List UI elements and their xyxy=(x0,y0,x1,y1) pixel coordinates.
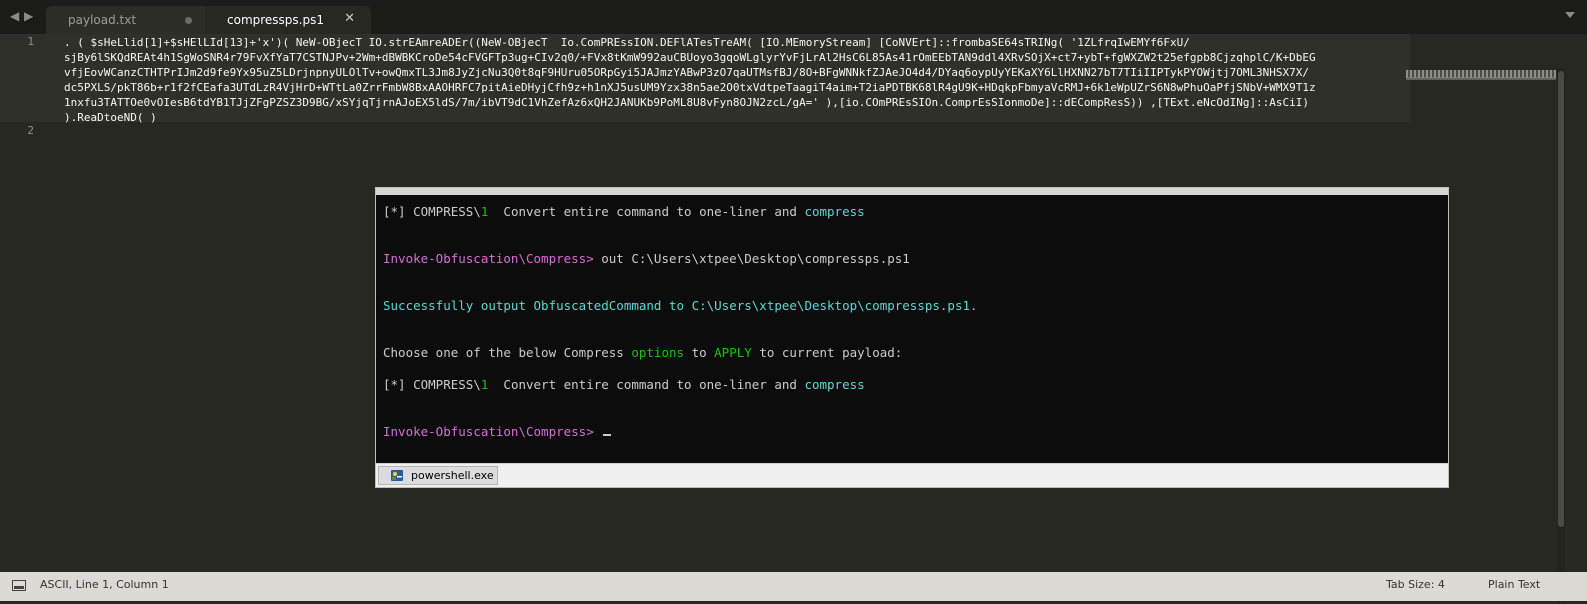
code-line[interactable]: sjBy6lSKQdREAt4h1SgWoSNR4r79FvXfYaT7CSTN… xyxy=(64,50,1410,65)
console-line: Invoke-Obfuscation\Compress> out C:\User… xyxy=(383,251,910,266)
console-segment: compress xyxy=(804,204,865,219)
console-segment: [*] COMPRESS\ xyxy=(383,204,481,219)
powershell-console[interactable]: [*] COMPRESS\1 Convert entire command to… xyxy=(375,187,1449,488)
console-segment: Invoke-Obfuscation\Compress> xyxy=(383,251,602,266)
code-line[interactable]: vfjEovWCanzCTHTPrIJm2d9fe9Yx95uZ5LDrjnpn… xyxy=(64,65,1410,80)
status-bar: ASCII, Line 1, Column 1 Tab Size: 4 Plai… xyxy=(0,572,1587,601)
line-number: 2 xyxy=(27,124,34,137)
code-line[interactable]: . ( $sHeLlid[1]+$sHElLId[13]+'x')( NeW-O… xyxy=(64,35,1410,50)
code-text[interactable]: . ( $sHeLlid[1]+$sHElLId[13]+'x')( NeW-O… xyxy=(64,35,1410,125)
console-line: Choose one of the below Compress options… xyxy=(383,345,902,360)
console-prompt-line[interactable]: Invoke-Obfuscation\Compress> xyxy=(383,424,612,439)
scrollbar-thumb[interactable] xyxy=(1558,71,1564,527)
taskbar-item-powershell[interactable]: powershell.exe xyxy=(378,466,498,485)
tab-menu-chevron-icon[interactable] xyxy=(1565,12,1575,18)
console-segment: to current payload: xyxy=(751,345,903,360)
nav-forward-icon[interactable]: ▶ xyxy=(24,9,33,23)
code-line[interactable]: dc5PXLS/pkT86b+r1f2fCEafa3UTdLzR4VjHrD+W… xyxy=(64,80,1410,95)
tab-label: payload.txt xyxy=(68,13,137,27)
line-number: 1 xyxy=(27,35,34,48)
console-segment: compress xyxy=(804,377,865,392)
console-segment: out C:\Users\xtpee\Desktop\compressps.ps… xyxy=(601,251,910,266)
console-segment: APPLY xyxy=(714,345,752,360)
console-title-bar[interactable] xyxy=(376,188,1448,195)
tab-size-button[interactable]: Tab Size: 4 xyxy=(1386,578,1445,591)
console-segment: Choose one of the below Compress xyxy=(383,345,632,360)
console-segment: to xyxy=(684,345,715,360)
console-segment: Invoke-Obfuscation\Compress> xyxy=(383,424,602,439)
status-position: ASCII, Line 1, Column 1 xyxy=(40,578,169,591)
console-segment: Convert entire command to one-liner and xyxy=(488,204,805,219)
console-line: Successfully output ObfuscatedCommand to… xyxy=(383,298,978,313)
tab-compressps[interactable]: compressps.ps1 ✕ xyxy=(205,6,371,34)
code-line[interactable]: 1nxfu3TATTOe0vOIesB6tdYB1TJjZFgPZSZ3D9BG… xyxy=(64,95,1410,110)
code-line[interactable]: ).ReaDtoeND( ) xyxy=(64,110,1410,125)
minimap-viewport[interactable] xyxy=(1406,77,1556,80)
text-cursor xyxy=(603,434,612,436)
modified-dot-icon[interactable] xyxy=(185,17,192,24)
console-segment: Convert entire command to one-liner and xyxy=(488,377,805,392)
taskbar-label: powershell.exe xyxy=(411,469,494,482)
tab-payload[interactable]: payload.txt xyxy=(46,6,212,34)
console-line: [*] COMPRESS\1 Convert entire command to… xyxy=(383,204,865,219)
console-line: [*] COMPRESS\1 Convert entire command to… xyxy=(383,377,865,392)
close-icon[interactable]: ✕ xyxy=(344,11,355,26)
nav-back-icon[interactable]: ◀ xyxy=(10,9,19,23)
console-segment: [*] COMPRESS\ xyxy=(383,377,481,392)
console-taskbar: powershell.exe xyxy=(376,463,1448,487)
console-segment: C:\Users\xtpee\Desktop\compressps.ps1. xyxy=(691,298,978,313)
panel-toggle-icon[interactable] xyxy=(12,580,26,591)
tab-bar: ◀ ▶ payload.txt compressps.ps1 ✕ xyxy=(0,0,1587,34)
console-segment: options xyxy=(631,345,685,360)
tab-label: compressps.ps1 xyxy=(227,13,324,27)
powershell-icon xyxy=(391,470,403,481)
syntax-button[interactable]: Plain Text xyxy=(1488,578,1540,591)
console-segment: Successfully output ObfuscatedCommand to xyxy=(383,298,692,313)
